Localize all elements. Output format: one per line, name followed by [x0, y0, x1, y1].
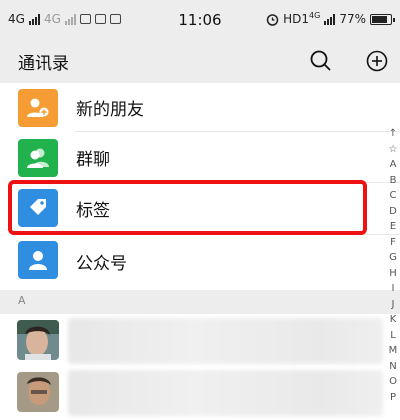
- battery-icon: [370, 13, 395, 25]
- alpha-index-item[interactable]: J: [386, 297, 400, 313]
- page-title: 通讯录: [18, 54, 69, 74]
- alpha-index-item[interactable]: I: [386, 281, 400, 297]
- status-bar: 4G 4G 11:06 HD1 4G 77%: [0, 0, 400, 40]
- alpha-index-item[interactable]: N: [386, 359, 400, 375]
- search-icon[interactable]: [306, 46, 336, 76]
- alpha-index-item[interactable]: O: [386, 374, 400, 390]
- menu-item-group-chats[interactable]: 群聊: [0, 132, 400, 183]
- menu-item-label: 新的朋友: [76, 100, 144, 120]
- contact-name-blurred: [68, 318, 383, 364]
- highlight-box: [8, 180, 367, 235]
- avatar: [17, 320, 59, 360]
- contact-row[interactable]: [0, 366, 400, 418]
- group-icon: [18, 139, 58, 177]
- menu-item-label: 公众号: [76, 254, 127, 274]
- menu-item-official-accounts[interactable]: 公众号: [0, 235, 400, 288]
- avatar: [17, 372, 59, 412]
- alpha-index-item[interactable]: ☆: [386, 142, 400, 158]
- menu-item-new-friends[interactable]: 新的朋友: [0, 83, 400, 132]
- alpha-index-item[interactable]: C: [386, 188, 400, 204]
- person-icon: [18, 241, 58, 279]
- alpha-index-item[interactable]: L: [386, 328, 400, 344]
- person-add-icon: [18, 89, 58, 127]
- alpha-index-item[interactable]: P: [386, 390, 400, 406]
- alpha-index-item[interactable]: ↑: [386, 126, 400, 142]
- alpha-index-item[interactable]: F: [386, 235, 400, 251]
- menu-item-label: 群聊: [76, 150, 110, 170]
- contact-row[interactable]: [0, 314, 400, 366]
- network-type-hd-sup: 4G: [309, 10, 321, 20]
- battery-percent: 77%: [339, 12, 366, 26]
- alpha-index-item[interactable]: K: [386, 312, 400, 328]
- status-right: HD1 4G 77%: [266, 10, 395, 26]
- contact-name-blurred: [68, 370, 383, 416]
- section-header-a: A: [0, 290, 400, 314]
- add-icon[interactable]: [362, 46, 392, 76]
- alpha-index-item[interactable]: H: [386, 266, 400, 282]
- alpha-index-item[interactable]: E: [386, 219, 400, 235]
- alpha-index-item[interactable]: A: [386, 157, 400, 173]
- alpha-index-item[interactable]: G: [386, 250, 400, 266]
- top-bar: 通讯录: [0, 40, 400, 83]
- alarm-icon: [266, 13, 279, 26]
- alphabet-index[interactable]: ↑ ☆ A B C D E F G H I J K L M N O P: [386, 126, 400, 405]
- alpha-index-item[interactable]: D: [386, 204, 400, 220]
- alpha-index-item[interactable]: B: [386, 173, 400, 189]
- section-letter: A: [18, 294, 26, 307]
- alpha-index-item[interactable]: M: [386, 343, 400, 359]
- network-type-hd: HD1: [283, 12, 310, 26]
- signal-icon-3: [324, 13, 336, 25]
